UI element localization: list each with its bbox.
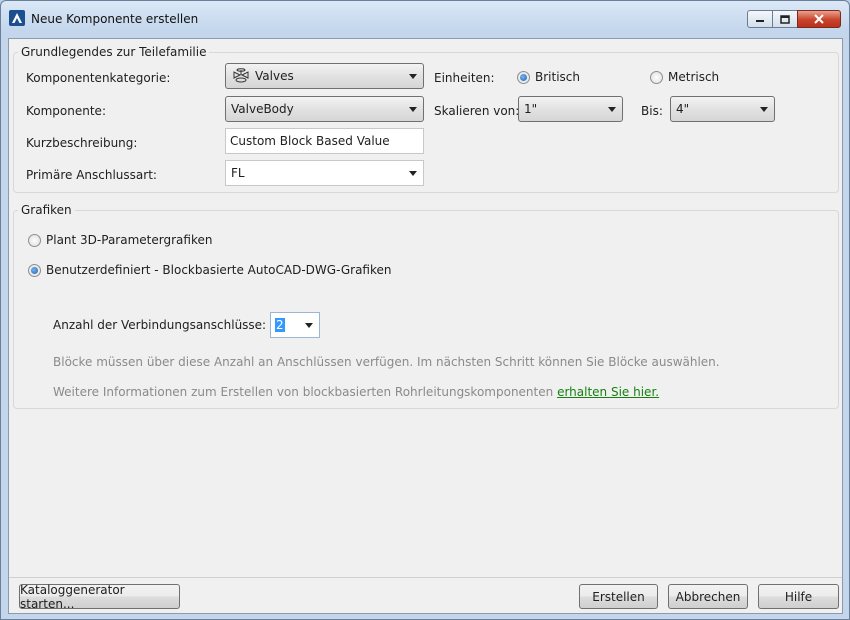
maximize-button[interactable]	[772, 10, 798, 28]
scale-to-dropdown[interactable]: 4"	[670, 96, 775, 122]
title-bar[interactable]: Neue Komponente erstellen	[1, 1, 849, 31]
more-info-sentence: Weitere Informationen zum Erstellen von …	[53, 385, 554, 399]
radio-selected-icon	[517, 70, 530, 84]
description-value: Custom Block Based Value	[230, 134, 390, 148]
category-dropdown[interactable]: Valves	[225, 63, 424, 89]
connection-type-dropdown[interactable]: FL	[225, 160, 424, 186]
component-value: ValveBody	[231, 102, 294, 116]
chevron-down-icon	[305, 323, 313, 328]
scale-from-dropdown[interactable]: 1"	[518, 96, 623, 122]
units-imperial-label: Britisch	[535, 70, 580, 84]
cancel-button[interactable]: Abbrechen	[668, 584, 748, 609]
chevron-down-icon	[608, 107, 616, 112]
autocad-plant-app-icon	[9, 10, 25, 26]
chevron-down-icon	[409, 74, 417, 79]
connection-count-value: 2	[275, 318, 285, 332]
block-info-text: Blöcke müssen über diese Anzahl an Ansch…	[53, 355, 720, 369]
chevron-down-icon	[409, 171, 417, 176]
scale-from-label: Skalieren von:	[434, 104, 520, 118]
units-metric-label: Metrisch	[668, 70, 720, 84]
connection-count-dropdown[interactable]: 2	[270, 312, 320, 338]
radio-unselected-icon	[650, 70, 663, 84]
units-label: Einheiten:	[434, 71, 495, 85]
category-label: Komponentenkategorie:	[26, 71, 171, 85]
minimize-icon	[756, 20, 764, 22]
radio-selected-icon	[28, 263, 41, 277]
dialog-body: Grundlegendes zur Teilefamilie Komponent…	[8, 38, 843, 614]
close-button[interactable]	[797, 10, 841, 28]
create-button[interactable]: Erstellen	[579, 584, 658, 609]
radio-unselected-icon	[28, 233, 41, 247]
connection-type-value: FL	[231, 166, 245, 180]
close-icon	[814, 14, 824, 24]
basic-group-title: Grundlegendes zur Teilefamilie	[18, 45, 210, 59]
units-imperial-radio[interactable]: Britisch	[517, 70, 580, 84]
valve-icon	[233, 68, 249, 83]
component-dropdown[interactable]: ValveBody	[225, 96, 424, 122]
scale-to-value: 4"	[676, 102, 690, 116]
chevron-down-icon	[409, 107, 417, 112]
connection-type-label: Primäre Anschlussart:	[26, 168, 157, 182]
scale-to-label: Bis:	[641, 104, 663, 118]
dialog-window: Neue Komponente erstellen Grundlegendes …	[0, 0, 850, 620]
maximize-icon	[780, 14, 790, 24]
graphics-group-title: Grafiken	[18, 203, 75, 217]
parametric-graphics-radio[interactable]: Plant 3D-Parametergrafiken	[28, 233, 212, 247]
description-input[interactable]: Custom Block Based Value	[225, 128, 424, 154]
minimize-button[interactable]	[747, 10, 773, 28]
custom-block-graphics-radio[interactable]: Benutzerdefiniert - Blockbasierte AutoCA…	[28, 263, 392, 277]
category-value: Valves	[255, 69, 294, 83]
chevron-down-icon	[760, 107, 768, 112]
window-controls	[747, 10, 841, 28]
more-info-link[interactable]: erhalten Sie hier.	[557, 385, 659, 399]
description-label: Kurzbeschreibung:	[26, 136, 138, 150]
units-metric-radio[interactable]: Metrisch	[650, 70, 719, 84]
footer-separator	[9, 577, 842, 578]
parametric-graphics-label: Plant 3D-Parametergrafiken	[46, 233, 213, 247]
more-info-text: Weitere Informationen zum Erstellen von …	[53, 385, 659, 399]
help-button[interactable]: Hilfe	[758, 584, 839, 609]
scale-from-value: 1"	[524, 102, 538, 116]
custom-block-graphics-label: Benutzerdefiniert - Blockbasierte AutoCA…	[46, 263, 392, 277]
connection-count-label: Anzahl der Verbindungsanschlüsse:	[53, 318, 267, 332]
catalog-generator-button[interactable]: Kataloggenerator starten...	[19, 583, 180, 611]
component-label: Komponente:	[26, 104, 106, 118]
window-title: Neue Komponente erstellen	[31, 12, 199, 26]
